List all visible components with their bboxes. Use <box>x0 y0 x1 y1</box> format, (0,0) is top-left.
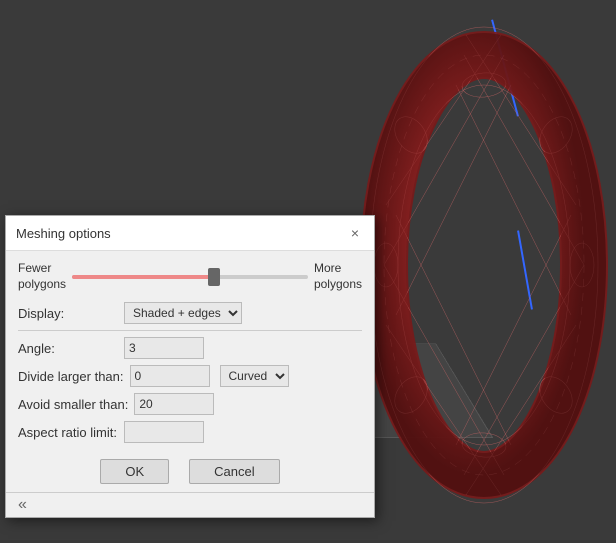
aspect-row: Aspect ratio limit: <box>18 421 362 443</box>
divide-label: Divide larger than: <box>18 369 124 384</box>
polygon-slider-row: Fewerpolygons Morepolygons <box>18 261 362 292</box>
torus-mesh <box>356 5 611 525</box>
slider-fill <box>72 275 214 279</box>
polygon-slider[interactable] <box>72 275 308 279</box>
display-select[interactable]: Shaded + edges Shaded Wireframe <box>124 302 242 324</box>
avoid-row: Avoid smaller than: <box>18 393 362 415</box>
angle-row: Angle: <box>18 337 362 359</box>
curved-select[interactable]: Curved Flat <box>220 365 289 387</box>
close-button[interactable]: × <box>346 224 364 242</box>
slider-thumb[interactable] <box>208 268 220 286</box>
divide-input[interactable] <box>130 365 210 387</box>
angle-input[interactable] <box>124 337 204 359</box>
cancel-button[interactable]: Cancel <box>189 459 279 484</box>
collapse-icon[interactable]: « <box>18 497 27 513</box>
dialog-title-bar: Meshing options × <box>6 216 374 251</box>
more-polygons-label: Morepolygons <box>314 261 362 292</box>
ok-button[interactable]: OK <box>100 459 169 484</box>
button-row: OK Cancel <box>18 453 362 484</box>
display-row: Display: Shaded + edges Shaded Wireframe <box>18 302 362 324</box>
dialog-title: Meshing options <box>16 226 111 241</box>
aspect-input[interactable] <box>124 421 204 443</box>
avoid-label: Avoid smaller than: <box>18 397 128 412</box>
display-label: Display: <box>18 306 118 321</box>
aspect-label: Aspect ratio limit: <box>18 425 118 440</box>
angle-label: Angle: <box>18 341 118 356</box>
divider-1 <box>18 330 362 331</box>
avoid-input[interactable] <box>134 393 214 415</box>
fewer-polygons-label: Fewerpolygons <box>18 261 66 292</box>
meshing-options-dialog: Meshing options × Fewerpolygons Morepoly… <box>5 215 375 518</box>
dialog-body: Fewerpolygons Morepolygons Display: Shad… <box>6 251 374 492</box>
bottom-bar: « <box>6 492 374 517</box>
divide-row: Divide larger than: Curved Flat <box>18 365 362 387</box>
